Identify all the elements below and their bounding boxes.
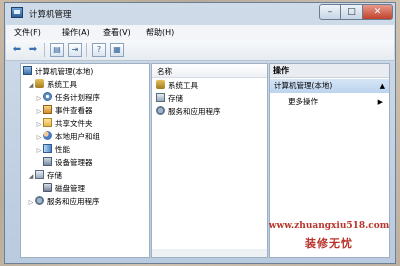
menu-view[interactable]: 查看(V) [103,27,131,38]
tree-item-label: 服务和应用程序 [47,197,100,206]
services-icon [156,106,165,115]
tree-item-performance[interactable]: ▷ 性能 [35,144,70,156]
disk-icon [43,183,52,192]
toolbar-separator [86,43,87,57]
column-header-name[interactable]: 名称 [152,64,267,78]
collapse-arrow-icon[interactable]: ◢ [27,171,35,183]
more-actions-label: 更多操作 [288,97,318,106]
actions-header: 操作 [270,64,389,78]
more-actions-item[interactable]: 更多操作 ▶ [288,96,383,108]
expand-arrow-icon[interactable]: ▷ [35,132,43,144]
back-arrow-icon[interactable]: ⬅ [10,43,24,57]
tree-item-event-viewer[interactable]: ▷ 事件查看器 [35,105,93,117]
users-icon [43,131,52,140]
toolbar-separator [44,43,45,57]
list-item-label: 系统工具 [168,81,198,90]
computer-management-icon [11,7,23,18]
tree-item-label: 磁盘管理 [55,184,85,193]
device-manager-icon [43,157,52,166]
menu-bar: 文件(F) 操作(A) 查看(V) 帮助(H) [6,25,394,40]
event-viewer-icon [43,105,52,114]
menu-action[interactable]: 操作(A) [62,27,90,38]
list-item[interactable]: 系统工具 [156,80,198,92]
console-tree-icon[interactable]: ▤ [50,43,64,57]
results-pane: 名称 系统工具 存储 服务和应用程序 [151,63,268,258]
computer-icon [23,66,32,75]
expand-arrow-icon[interactable]: ▷ [35,119,43,131]
tree-item-disk-management[interactable]: 磁盘管理 [43,183,85,195]
actions-selected-label: 计算机管理(本地) [274,81,333,90]
tree-item-label: 性能 [55,145,70,154]
tree-item-services-applications[interactable]: ▷ 服务和应用程序 [27,196,100,208]
title-bar[interactable]: 计算机管理 – □ ✕ [5,3,395,23]
tree-item-task-scheduler[interactable]: ▷ 任务计划程序 [35,92,100,104]
expand-arrow-icon[interactable]: ▷ [35,106,43,118]
tree-item-computer-management[interactable]: 计算机管理(本地) [23,66,93,78]
tree-item-label: 本地用户和组 [55,132,100,141]
export-list-icon[interactable]: ⇥ [68,43,82,57]
forward-arrow-icon[interactable]: ➡ [26,43,40,57]
tools-icon [156,80,165,89]
tree-item-device-manager[interactable]: 设备管理器 [43,157,93,169]
watermark: www.zhuangxiu518.com 装修无忧 [258,221,400,251]
actions-selected-item[interactable]: 计算机管理(本地) ▲ [270,79,389,93]
expand-arrow-icon[interactable]: ▷ [35,93,43,105]
watermark-brand: 装修无忧 [305,237,353,250]
scheduler-icon [43,92,52,101]
close-button[interactable]: ✕ [363,4,393,20]
tree-item-label: 计算机管理(本地) [35,67,94,76]
tree-item-label: 系统工具 [47,80,77,89]
tree-item-label: 事件查看器 [55,106,93,115]
watermark-url: www.zhuangxiu518.com [268,221,390,231]
tree-item-label: 设备管理器 [55,158,93,167]
menu-file[interactable]: 文件(F) [14,27,41,38]
collapse-triangle-icon[interactable]: ▲ [380,79,385,93]
list-item-label: 服务和应用程序 [168,107,221,116]
console-tree-pane: 计算机管理(本地) ◢ 系统工具 ▷ 任务计划程序 ▷ 事件查看器 ▷ 共享文件夹 ▷ 本… [20,63,150,258]
collapse-arrow-icon[interactable]: ◢ [27,80,35,92]
horizontal-scrollbar[interactable] [152,249,267,257]
storage-icon [156,93,165,102]
tree-item-label: 任务计划程序 [55,93,100,102]
expand-arrow-icon[interactable]: ▷ [27,197,35,209]
shared-folder-icon [43,118,52,127]
list-item[interactable]: 存储 [156,93,183,105]
tree-item-storage[interactable]: ◢ 存储 [27,170,62,182]
maximize-button[interactable]: □ [341,4,363,20]
properties-icon[interactable]: ▦ [110,43,124,57]
menu-help[interactable]: 帮助(H) [146,27,174,38]
tree-item-shared-folders[interactable]: ▷ 共享文件夹 [35,118,93,130]
list-item[interactable]: 服务和应用程序 [156,106,221,118]
tools-icon [35,79,44,88]
services-icon [35,196,44,205]
tree-item-system-tools[interactable]: ◢ 系统工具 [27,79,77,91]
minimize-button[interactable]: – [319,4,341,20]
list-item-label: 存储 [168,94,183,103]
submenu-arrow-icon: ▶ [377,98,383,106]
storage-icon [35,170,44,179]
tree-item-label: 共享文件夹 [55,119,93,128]
help-icon[interactable]: ? [92,43,106,57]
expand-arrow-icon[interactable]: ▷ [35,145,43,157]
tree-item-local-users-groups[interactable]: ▷ 本地用户和组 [35,131,100,143]
window-title: 计算机管理 [29,10,72,20]
tree-item-label: 存储 [47,171,62,180]
column-header-label: 名称 [157,67,172,76]
toolbar: ⬅ ➡ ▤ ⇥ ? ▦ [6,40,394,61]
performance-icon [43,144,52,153]
